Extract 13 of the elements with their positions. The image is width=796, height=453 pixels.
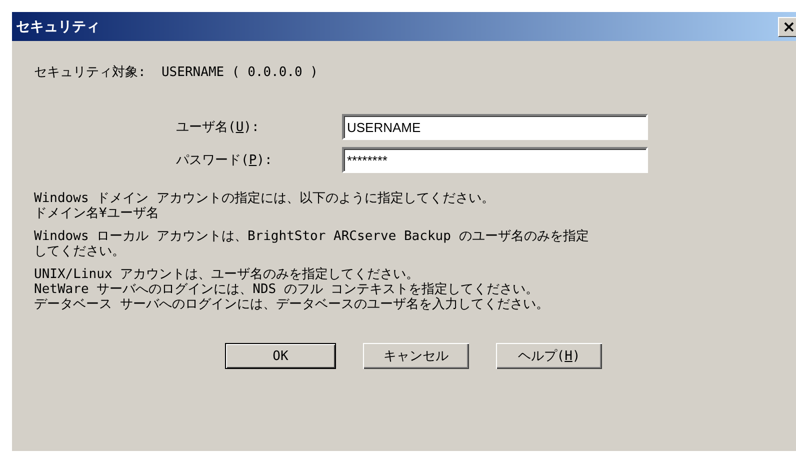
username-field[interactable]: USERNAME xyxy=(342,114,648,140)
password-field[interactable]: ******** xyxy=(342,147,648,173)
instruction-text: UNIX/Linux アカウントは、ユーザ名のみを指定してください。 NetWare サーバへのログインには、NDS のフル コンテキストを指定してください。 データベース サーバへのログインには、データベースのユーザ名を入力してください。 xyxy=(34,267,550,312)
instruction-text: Windows ドメイン アカウントの指定には、以下のように指定してください。 ドメイン名¥ユーザ名 xyxy=(34,191,496,221)
security-target-text: セキュリティ対象: USERNAME ( 0.0.0.0 ) xyxy=(34,64,320,81)
field-label: パスワード(P): xyxy=(176,152,274,169)
close-button[interactable]: × xyxy=(778,16,796,36)
dialog-button[interactable]: OK xyxy=(225,343,336,369)
dialog-button[interactable]: キャンセル xyxy=(363,343,469,369)
window-title: セキュリティ xyxy=(16,18,100,36)
instruction-text: Windows ローカル アカウントは、BrightStor ARCserve Backup のユーザ名のみを指定 してください。 xyxy=(34,229,590,259)
dialog-button[interactable]: ヘルプ(H) xyxy=(496,343,602,369)
field-label: ユーザ名(U): xyxy=(176,119,260,136)
